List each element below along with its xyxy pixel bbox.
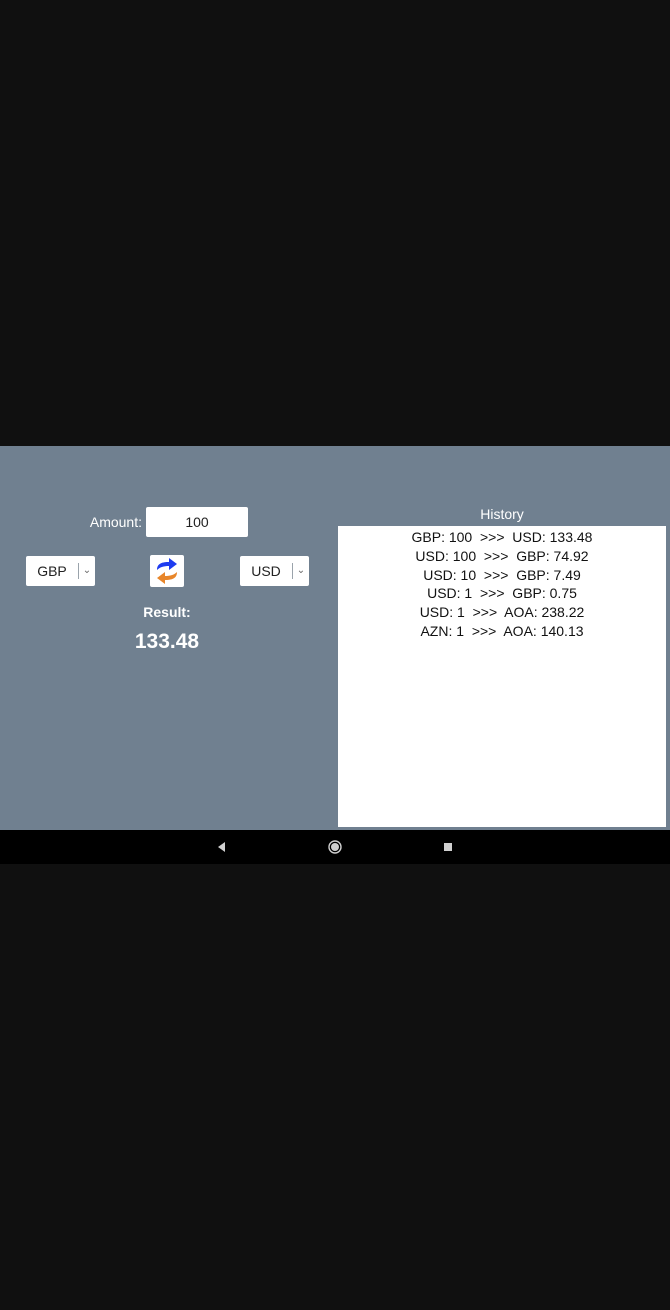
- back-button[interactable]: [202, 830, 242, 864]
- history-entry: USD: 1 >>> GBP: 0.75: [427, 585, 577, 602]
- history-entry: GBP: 100 >>> USD: 133.48: [411, 529, 593, 545]
- to-currency-select[interactable]: USD ⌄: [240, 556, 309, 586]
- from-currency-select[interactable]: GBP ⌄: [26, 556, 95, 586]
- amount-label: Amount:: [89, 514, 142, 530]
- history-entry: USD: 10 >>> GBP: 7.49: [423, 566, 581, 583]
- result-label: Result:: [143, 604, 191, 620]
- from-currency-value: GBP: [37, 563, 67, 579]
- history-entry: AZN: 1 >>> AOA: 140.13: [420, 622, 584, 639]
- to-currency-value: USD: [251, 563, 281, 579]
- system-navigation-bar: [0, 830, 670, 864]
- home-circle-icon: [328, 840, 342, 854]
- result-value: 133.48: [134, 630, 200, 653]
- chevron-down-icon: ⌄: [82, 565, 92, 576]
- recents-square-icon: [444, 843, 452, 851]
- history-entry: USD: 100 >>> GBP: 74.92: [415, 547, 589, 564]
- history-list[interactable]: GBP: 100 >>> USD: 133.48 USD: 100 >>> GB…: [338, 526, 666, 827]
- back-triangle-icon: [218, 842, 225, 852]
- history-title: History: [480, 506, 524, 522]
- converter-screen: Amount: GBP ⌄ USD ⌄ Result: 133.48 Histo…: [0, 446, 670, 830]
- history-entry: USD: 1 >>> AOA: 238.22: [419, 604, 585, 621]
- amount-input[interactable]: [146, 507, 248, 537]
- swap-currencies-button[interactable]: [150, 555, 184, 587]
- home-button[interactable]: [315, 830, 355, 864]
- chevron-down-icon: ⌄: [296, 565, 306, 576]
- recents-button[interactable]: [428, 830, 468, 864]
- swap-arrows-icon: [157, 558, 177, 584]
